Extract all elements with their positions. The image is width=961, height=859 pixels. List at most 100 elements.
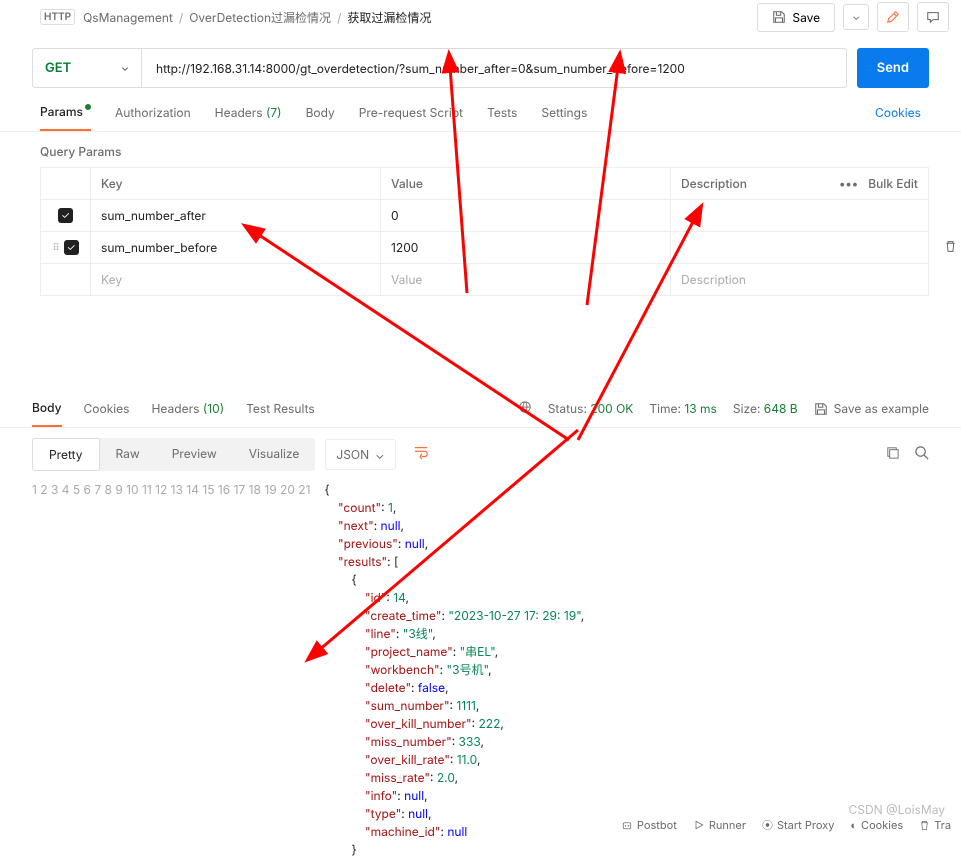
url-input[interactable]: http://192.168.31.14:8000/gt_overdetecti…	[142, 48, 847, 88]
view-tab-visualize[interactable]: Visualize	[233, 438, 316, 471]
record-icon: ⦿	[762, 817, 773, 833]
save-as-example-button[interactable]: Save as example	[814, 401, 929, 416]
footer-trash-label: Tra	[934, 818, 951, 832]
row-handle[interactable]: ✓	[41, 200, 91, 231]
footer-cookies[interactable]: ◐ Cookies	[850, 818, 903, 832]
format-value: JSON	[336, 447, 369, 462]
params-actions-head: ••• Bulk Edit	[828, 168, 928, 199]
checkbox-checked-icon[interactable]: ✓	[58, 208, 73, 223]
more-icon[interactable]: •••	[839, 176, 858, 191]
drag-handle-icon[interactable]: ⠿	[52, 242, 59, 254]
view-bar: Pretty Raw Preview Visualize JSON⌄	[0, 428, 961, 481]
param-key[interactable]: sum_number_after	[91, 200, 381, 231]
copy-icon[interactable]	[885, 445, 900, 464]
tab-prerequest[interactable]: Pre-request Script	[359, 105, 463, 130]
breadcrumb-sep: /	[179, 10, 183, 25]
view-tab-raw[interactable]: Raw	[100, 438, 156, 471]
table-row-new: Key Value Description	[41, 264, 928, 296]
send-button[interactable]: Send	[857, 48, 929, 88]
view-tab-preview[interactable]: Preview	[156, 438, 233, 471]
params-header-row: Key Value Description ••• Bulk Edit	[41, 168, 928, 200]
bulk-edit-link[interactable]: Bulk Edit	[868, 176, 918, 191]
breadcrumb-root[interactable]: QsManagement	[83, 10, 173, 25]
time-value: 13 ms	[684, 401, 717, 416]
footer-bar: Postbot Runner ⦿ Start Proxy ◐ Cookies Tra	[621, 811, 951, 839]
http-badge: HTTP	[40, 9, 75, 25]
format-select[interactable]: JSON⌄	[325, 439, 395, 470]
wrap-lines-button[interactable]	[404, 439, 438, 470]
param-key-placeholder[interactable]: Key	[91, 264, 381, 295]
tab-tests[interactable]: Tests	[487, 105, 517, 130]
save-dropdown[interactable]: ⌄	[843, 4, 869, 30]
cookie-icon: ◐	[850, 818, 857, 832]
size-text: Size: 648 B	[733, 401, 798, 416]
param-desc[interactable]	[671, 232, 928, 263]
comment-icon	[926, 10, 940, 24]
resp-tab-headers[interactable]: Headers (10)	[152, 401, 225, 426]
pencil-icon	[886, 10, 900, 24]
method-select[interactable]: GET ⌄	[32, 48, 142, 88]
edit-button[interactable]	[877, 2, 909, 32]
cookies-link[interactable]: Cookies	[875, 105, 921, 130]
url-row: GET ⌄ http://192.168.31.14:8000/gt_overd…	[0, 40, 961, 96]
save-button[interactable]: Save	[757, 3, 835, 32]
checkbox-checked-icon[interactable]: ✓	[64, 240, 79, 255]
params-value-head: Value	[381, 168, 671, 199]
resp-tab-cookies[interactable]: Cookies	[84, 401, 130, 426]
breadcrumb-mid[interactable]: OverDetection过漏检情况	[189, 9, 331, 26]
save-example-label: Save as example	[834, 401, 929, 416]
breadcrumb-current: 获取过漏检情况	[347, 9, 431, 26]
footer-cookies-label: Cookies	[861, 818, 903, 832]
row-handle[interactable]: ⠿✓	[41, 232, 91, 263]
globe-icon[interactable]	[518, 400, 532, 417]
time-label: Time:	[649, 401, 681, 416]
code-content[interactable]: { "count": 1, "next": null, "previous": …	[324, 481, 584, 859]
tab-settings[interactable]: Settings	[541, 105, 587, 130]
footer-start-proxy[interactable]: ⦿ Start Proxy	[762, 817, 834, 833]
status-label: Status:	[548, 401, 587, 416]
footer-trash[interactable]: Tra	[919, 818, 951, 832]
breadcrumb: QsManagement / OverDetection过漏检情况 / 获取过漏…	[83, 9, 431, 26]
search-icon[interactable]	[914, 445, 929, 464]
tab-headers[interactable]: Headers (7)	[215, 105, 282, 130]
status-text: Status: 200 OK	[548, 401, 634, 416]
param-desc[interactable]	[671, 200, 928, 231]
footer-runner[interactable]: Runner	[693, 818, 746, 832]
params-desc-head: Description	[671, 168, 828, 199]
row-handle	[41, 264, 91, 295]
view-tab-pretty[interactable]: Pretty	[32, 438, 100, 471]
footer-proxy-label: Start Proxy	[777, 818, 834, 832]
param-key[interactable]: sum_number_before	[91, 232, 381, 263]
resp-headers-count: (10)	[203, 401, 224, 416]
param-value[interactable]: 0	[381, 200, 671, 231]
save-icon	[814, 402, 828, 416]
param-value[interactable]: 1200	[381, 232, 671, 263]
resp-tab-tests[interactable]: Test Results	[246, 401, 315, 426]
tab-authorization[interactable]: Authorization	[115, 105, 191, 130]
table-row: ⠿✓ sum_number_before 1200	[41, 232, 928, 264]
method-value: GET	[45, 60, 71, 76]
send-label: Send	[877, 60, 909, 76]
param-value-placeholder[interactable]: Value	[381, 264, 671, 295]
tab-body[interactable]: Body	[306, 105, 335, 130]
breadcrumb-sep: /	[337, 10, 341, 25]
status-value: 200 OK	[590, 401, 633, 416]
resp-tab-body[interactable]: Body	[32, 400, 62, 427]
resp-headers-label: Headers	[152, 401, 200, 416]
table-row: ✓ sum_number_after 0	[41, 200, 928, 232]
params-table: Key Value Description ••• Bulk Edit ✓ su…	[40, 167, 929, 296]
param-desc-placeholder[interactable]: Description	[671, 264, 928, 295]
response-body-viewer[interactable]: 1 2 3 4 5 6 7 8 9 10 11 12 13 14 15 16 1…	[0, 481, 961, 859]
size-value: 648 B	[764, 401, 798, 416]
delete-icon[interactable]	[944, 240, 957, 256]
tab-params[interactable]: Params	[40, 104, 91, 131]
footer-postbot[interactable]: Postbot	[621, 818, 677, 832]
bot-icon	[621, 819, 633, 831]
status-bar: Status: 200 OK Time: 13 ms Size: 648 B S…	[518, 400, 929, 427]
view-tabs: Pretty Raw Preview Visualize	[32, 438, 315, 471]
comment-button[interactable]	[917, 2, 949, 32]
size-label: Size:	[733, 401, 761, 416]
tab-headers-count: (7)	[266, 105, 282, 120]
line-gutter: 1 2 3 4 5 6 7 8 9 10 11 12 13 14 15 16 1…	[32, 481, 324, 859]
params-handle-head	[41, 168, 91, 199]
